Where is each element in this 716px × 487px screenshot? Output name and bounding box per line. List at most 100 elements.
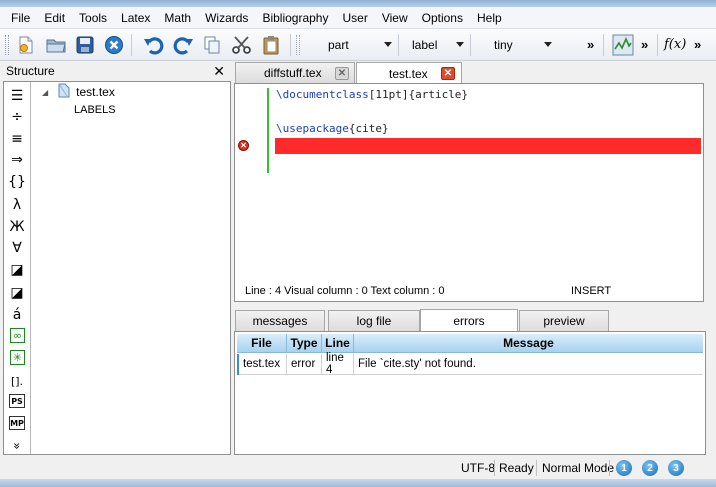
structure-tree: ◢ test.tex LABELS: [32, 82, 230, 454]
tab-label: test.tex: [389, 66, 428, 81]
cyrillic-icon[interactable]: Ж: [7, 217, 27, 237]
quick-action-3-icon[interactable]: 3: [668, 460, 684, 476]
code-command: \documentclass: [276, 88, 369, 101]
postscript-icon[interactable]: PS: [9, 394, 25, 408]
changed-lines-marker: [267, 88, 269, 173]
toolbar-more-button[interactable]: »: [587, 37, 594, 52]
status-separator: [609, 460, 610, 476]
menu-help[interactable]: Help: [470, 8, 509, 28]
quick-action-1-icon[interactable]: 1: [616, 460, 632, 476]
forall-icon[interactable]: ∀: [7, 238, 27, 258]
encoding-indicator[interactable]: UTF-8: [461, 461, 495, 475]
column-header-file[interactable]: File: [237, 334, 287, 352]
code-argument: {cite}: [348, 122, 389, 135]
tab-label: diffstuff.tex: [264, 66, 322, 80]
function-icon[interactable]: f(x): [664, 37, 686, 52]
chevron-down-icon: [384, 42, 392, 47]
redo-icon[interactable]: [171, 33, 195, 57]
equivalence-icon[interactable]: ≡: [7, 129, 27, 149]
label-combo[interactable]: label: [404, 35, 464, 55]
close-icon[interactable]: ✕: [441, 67, 455, 80]
toolbar-separator: [470, 34, 471, 56]
toolbar-separator: [603, 34, 604, 56]
toolbar-separator: [657, 34, 658, 56]
tab-diffstuff[interactable]: diffstuff.tex ✕: [235, 62, 355, 83]
divide-icon[interactable]: ÷: [7, 107, 27, 127]
list-icon[interactable]: ☰: [7, 86, 27, 106]
open-icon[interactable]: [44, 33, 68, 57]
chevron-down-icon: [456, 42, 464, 47]
tab-errors[interactable]: errors: [420, 309, 518, 332]
toolbar: part label tiny » » f(x) »: [0, 29, 716, 61]
chevron-down-icon: [544, 42, 552, 47]
editor-insert-mode: INSERT: [571, 285, 612, 297]
status-state: Ready: [499, 461, 534, 475]
column-header-message[interactable]: Message: [354, 334, 703, 352]
column-header-type[interactable]: Type: [287, 334, 322, 352]
cell-type: error: [287, 354, 322, 375]
new-file-icon[interactable]: [14, 33, 38, 57]
toolbar-separator: [131, 34, 132, 56]
menu-view[interactable]: View: [375, 8, 415, 28]
tab-log-file[interactable]: log file: [328, 310, 420, 331]
implies-arrow-icon[interactable]: ⇒: [7, 150, 27, 170]
save-icon[interactable]: [73, 33, 97, 57]
close-icon[interactable]: ✕: [213, 63, 225, 80]
metapost-icon[interactable]: MP: [9, 416, 25, 430]
tree-item-labels[interactable]: LABELS: [74, 101, 116, 119]
menu-options[interactable]: Options: [415, 8, 470, 28]
menu-user[interactable]: User: [335, 8, 374, 28]
menu-wizards[interactable]: Wizards: [198, 8, 255, 28]
error-marker-icon[interactable]: ✕: [238, 140, 249, 151]
menu-math[interactable]: Math: [157, 8, 198, 28]
infinity-icon[interactable]: ∞: [10, 328, 25, 343]
close-icon[interactable]: [102, 33, 126, 57]
accent-icon[interactable]: á: [7, 305, 27, 325]
section-combo[interactable]: part: [312, 35, 392, 55]
window-bottom-strip: [0, 479, 716, 487]
tree-item-file[interactable]: ◢ test.tex: [42, 83, 115, 101]
toolbar-grip[interactable]: [296, 35, 300, 55]
size-combo-value: tiny: [494, 38, 513, 52]
brackets-icon[interactable]: [].: [7, 371, 27, 391]
menu-file[interactable]: File: [4, 8, 37, 28]
tab-preview[interactable]: preview: [519, 310, 609, 331]
editor-cursor-status: Line : 4 Visual column : 0 Text column :…: [245, 285, 445, 297]
more-symbols-button[interactable]: »: [7, 436, 27, 456]
tab-test[interactable]: test.tex ✕: [356, 62, 462, 84]
code-editor[interactable]: \documentclass[11pt]{article} \usepackag…: [234, 83, 704, 302]
window-title-strip: [0, 0, 716, 7]
tree-expander-icon[interactable]: ◢: [42, 88, 48, 97]
lambda-icon[interactable]: λ: [7, 195, 27, 215]
braces-icon[interactable]: {}: [7, 172, 27, 192]
tab-messages[interactable]: messages: [235, 310, 325, 331]
column-header-line[interactable]: Line: [322, 334, 354, 352]
table-row[interactable]: test.tex error line 4 File `cite.sty' no…: [237, 352, 703, 376]
menu-bibliography[interactable]: Bibliography: [255, 8, 335, 28]
mode-indicator[interactable]: Normal Mode: [542, 461, 614, 475]
close-icon[interactable]: ✕: [335, 67, 349, 80]
copy-icon[interactable]: [200, 33, 224, 57]
code-line-3[interactable]: \usepackage{cite}: [276, 122, 389, 135]
cut-icon[interactable]: [230, 33, 254, 57]
box-slash-icon[interactable]: ◪: [7, 260, 27, 280]
menu-edit[interactable]: Edit: [37, 8, 72, 28]
paste-icon[interactable]: [259, 33, 283, 57]
label-combo-value: label: [412, 38, 438, 52]
menu-tools[interactable]: Tools: [72, 8, 114, 28]
structure-title: Structure: [6, 64, 55, 78]
menu-latex[interactable]: Latex: [114, 8, 157, 28]
quick-action-2-icon[interactable]: 2: [642, 460, 658, 476]
errors-panel: File Type Line Message test.tex error li…: [234, 331, 706, 455]
asterisk-icon[interactable]: ✳: [10, 350, 25, 365]
box-slash-icon[interactable]: ◪: [7, 283, 27, 303]
plot-icon[interactable]: [611, 33, 635, 57]
size-combo[interactable]: tiny: [476, 35, 552, 55]
toolbar-more-button[interactable]: »: [641, 37, 648, 52]
toolbar-separator: [398, 34, 399, 56]
toolbar-grip[interactable]: [5, 35, 9, 55]
error-line-highlight[interactable]: [275, 138, 701, 154]
code-line-1[interactable]: \documentclass[11pt]{article}: [276, 88, 468, 101]
undo-icon[interactable]: [142, 33, 166, 57]
toolbar-more-button[interactable]: »: [694, 37, 701, 52]
